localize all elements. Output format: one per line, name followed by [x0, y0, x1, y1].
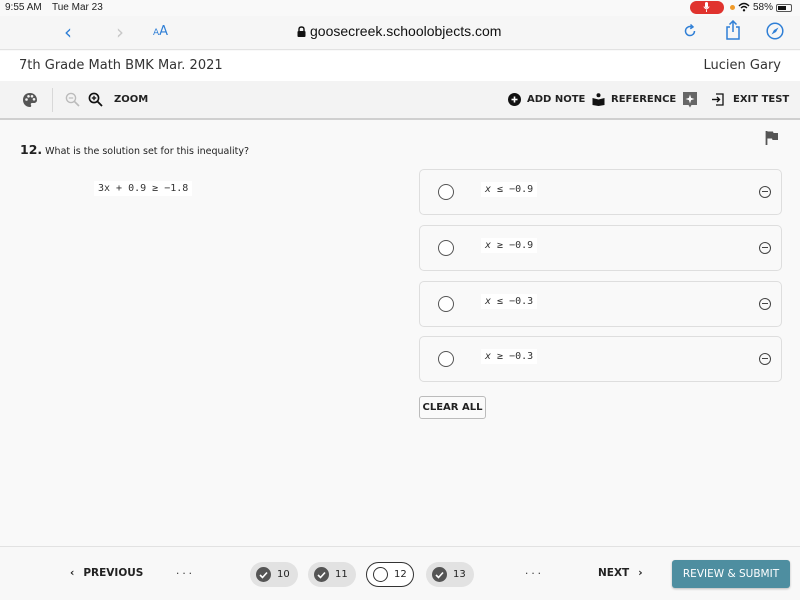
- test-toolbar: ZOOM ADD NOTE REFERENCE EXIT TEST: [0, 81, 800, 120]
- compass-icon[interactable]: [766, 22, 784, 44]
- check-circle-icon: [314, 567, 329, 582]
- url-text: goosecreek.schoolobjects.com: [310, 23, 502, 39]
- browser-toolbar: ‹ › AA goosecreek.schoolobjects.com: [0, 16, 800, 50]
- reference-button[interactable]: REFERENCE: [592, 81, 676, 118]
- empty-circle-icon: [373, 567, 388, 582]
- share-icon[interactable]: [724, 19, 742, 44]
- microphone-recording-icon[interactable]: [690, 1, 724, 14]
- previous-label: PREVIOUS: [83, 567, 144, 579]
- test-header: 7th Grade Math BMK Mar. 2021 Lucien Gary: [0, 51, 800, 81]
- eliminate-choice-icon[interactable]: [759, 186, 771, 198]
- radio-button[interactable]: [438, 240, 454, 256]
- page-pill-12-current[interactable]: 12: [366, 562, 414, 587]
- zoom-out-icon: [65, 92, 80, 107]
- highlighter-tool-button[interactable]: [682, 81, 698, 118]
- text-size-button[interactable]: AA: [153, 24, 168, 39]
- privacy-indicator-icon: [730, 5, 735, 10]
- exit-test-button[interactable]: EXIT TEST: [711, 81, 789, 118]
- check-circle-icon: [256, 567, 271, 582]
- inequality-expression: 3x + 0.9 ≥ −1.8: [94, 181, 193, 196]
- answer-choice-c[interactable]: x ≤ −0.3: [419, 281, 782, 327]
- eliminate-choice-icon[interactable]: [759, 353, 771, 365]
- question-number: 12.: [20, 142, 43, 157]
- battery-icon: [776, 4, 792, 12]
- student-name: Lucien Gary: [703, 58, 781, 73]
- choice-label: x ≤ −0.9: [481, 182, 538, 197]
- plus-circle-icon: [508, 93, 521, 106]
- eliminate-choice-icon[interactable]: [759, 298, 771, 310]
- previous-button[interactable]: ‹ PREVIOUS: [70, 567, 143, 579]
- page-pill-11[interactable]: 11: [308, 562, 356, 587]
- lock-icon: [297, 25, 306, 37]
- answer-choice-b[interactable]: x ≥ −0.9: [419, 225, 782, 271]
- color-theme-button[interactable]: [22, 81, 38, 118]
- page-number: 10: [277, 569, 290, 580]
- book-reader-icon: [592, 93, 605, 106]
- back-chevron-icon[interactable]: ‹: [64, 20, 72, 44]
- more-pages-before[interactable]: ...: [176, 565, 195, 577]
- choice-label: x ≥ −0.9: [481, 238, 538, 253]
- page-pill-10[interactable]: 10: [250, 562, 298, 587]
- zoom-out-button[interactable]: [65, 81, 80, 118]
- status-bar: 9:55 AM Tue Mar 23 58%: [0, 0, 800, 16]
- add-note-button[interactable]: ADD NOTE: [508, 81, 585, 118]
- question-prompt: 12. What is the solution set for this ine…: [20, 142, 249, 157]
- exit-test-label: EXIT TEST: [733, 94, 790, 105]
- question-navigation: ‹ PREVIOUS ... 10 11 12 13 ... NEXT › RE…: [0, 546, 800, 600]
- status-time: 9:55 AM: [5, 2, 42, 13]
- next-button[interactable]: NEXT ›: [598, 567, 643, 579]
- answer-choice-d[interactable]: x ≥ −0.3: [419, 336, 782, 382]
- next-label: NEXT: [598, 567, 630, 579]
- forward-chevron-icon[interactable]: ›: [116, 20, 124, 44]
- wifi-icon: [738, 2, 750, 15]
- page-pill-13[interactable]: 13: [426, 562, 474, 587]
- radio-button[interactable]: [438, 296, 454, 312]
- chevron-left-icon: ‹: [70, 567, 75, 579]
- sparkle-note-icon: [683, 91, 697, 107]
- chevron-right-icon: ›: [638, 567, 643, 579]
- radio-button[interactable]: [438, 184, 454, 200]
- add-note-label: ADD NOTE: [527, 94, 586, 105]
- page-number: 12: [394, 569, 407, 580]
- zoom-label: ZOOM: [114, 94, 149, 105]
- review-submit-button[interactable]: REVIEW & SUBMIT: [672, 560, 790, 588]
- check-circle-icon: [432, 567, 447, 582]
- choice-label: x ≤ −0.3: [481, 294, 538, 309]
- battery-percent: 58%: [753, 2, 774, 13]
- zoom-in-icon: [88, 92, 103, 107]
- answer-choice-a[interactable]: x ≤ −0.9: [419, 169, 782, 215]
- zoom-in-button[interactable]: ZOOM: [88, 81, 148, 118]
- test-title: 7th Grade Math BMK Mar. 2021: [19, 58, 223, 73]
- address-bar[interactable]: goosecreek.schoolobjects.com: [297, 23, 501, 39]
- choice-label: x ≥ −0.3: [481, 349, 538, 364]
- question-text: What is the solution set for this inequa…: [45, 146, 250, 157]
- eliminate-choice-icon[interactable]: [759, 242, 771, 254]
- flag-icon: [765, 131, 778, 145]
- more-pages-after[interactable]: ...: [525, 565, 544, 577]
- palette-icon: [23, 92, 37, 107]
- clear-all-button[interactable]: CLEAR ALL: [419, 396, 486, 419]
- page-number: 11: [335, 569, 348, 580]
- reference-label: REFERENCE: [611, 94, 677, 105]
- status-date: Tue Mar 23: [52, 2, 103, 13]
- reload-icon[interactable]: [682, 23, 698, 43]
- radio-button[interactable]: [438, 351, 454, 367]
- toolbar-divider: [52, 88, 53, 112]
- page-number: 13: [453, 569, 466, 580]
- flag-question-button[interactable]: [765, 130, 779, 150]
- exit-icon: [712, 93, 724, 106]
